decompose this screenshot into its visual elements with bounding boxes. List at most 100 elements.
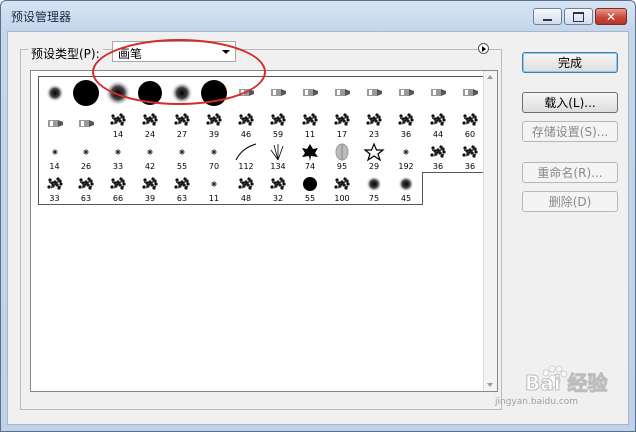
brush-preset-cell[interactable]: 66 — [102, 172, 135, 205]
brush-preset-cell[interactable]: 55 — [166, 140, 199, 173]
brush-size-label: 29 — [368, 162, 380, 171]
brush-size-label: 55 — [304, 194, 316, 203]
brush-preset-cell[interactable]: 39 — [198, 108, 231, 141]
brush-size-label: 27 — [176, 130, 188, 139]
brush-preset-cell[interactable]: 42 — [134, 140, 167, 173]
brush-size-label: 11 — [304, 130, 316, 139]
minimize-icon — [543, 18, 552, 21]
brush-preset-cell[interactable] — [38, 76, 71, 109]
brush-preset-cell[interactable]: 39 — [134, 172, 167, 205]
preset-list[interactable]: 14 24 27 39 46 59 11 17 23 36 44 60 14 26 33 42 55 70 112 1… — [30, 70, 498, 392]
brush-preset-cell[interactable] — [326, 76, 359, 109]
watermark-logo: Bai 经验 — [525, 371, 609, 396]
brush-tip-icon — [48, 120, 63, 127]
maximize-button[interactable] — [564, 8, 593, 25]
brush-preset-cell[interactable]: 29 — [358, 140, 391, 173]
brush-preset-cell[interactable]: 192 — [390, 140, 423, 173]
brush-preset-cell[interactable]: 46 — [230, 108, 263, 141]
brush-size-label: 39 — [144, 194, 156, 203]
brush-preset-cell[interactable]: 112 — [230, 140, 263, 173]
brush-tip-icon — [303, 89, 318, 96]
brush-preset-cell[interactable]: 44 — [422, 108, 455, 141]
brush-size-label: 32 — [272, 194, 284, 203]
brush-size-label: 100 — [334, 194, 350, 203]
brush-preset-cell[interactable]: 11 — [198, 172, 231, 205]
brush-preset-cell[interactable] — [422, 76, 455, 109]
brush-preset-cell[interactable]: 95 — [326, 140, 359, 173]
brush-size-label: 45 — [400, 194, 412, 203]
brush-size-label: 36 — [464, 162, 476, 171]
brush-size-label: 75 — [368, 194, 380, 203]
vertical-scrollbar[interactable] — [483, 71, 497, 391]
brush-preset-cell[interactable]: 45 — [390, 172, 423, 205]
brush-tip-icon — [335, 89, 350, 96]
rename-button[interactable]: 重命名(R)... — [522, 162, 618, 183]
brush-preset-cell[interactable]: 14 — [102, 108, 135, 141]
brush-preset-cell[interactable]: 36 — [390, 108, 423, 141]
brush-size-label: 42 — [144, 162, 156, 171]
brush-preset-cell[interactable]: 32 — [262, 172, 295, 205]
brush-preset-cell[interactable]: 36 — [422, 140, 455, 173]
save-set-button[interactable]: 存储设置(S)... — [522, 121, 618, 142]
brush-size-label: 44 — [432, 130, 444, 139]
brush-size-label: 14 — [49, 162, 60, 171]
watermark: Bai 经验 jingyan.baidu.com — [487, 359, 627, 411]
watermark-url: jingyan.baidu.com — [495, 397, 579, 407]
brush-size-label: 66 — [112, 194, 124, 203]
brush-preset-cell[interactable]: 11 — [294, 108, 327, 141]
brush-preset-cell[interactable] — [262, 76, 295, 109]
brush-size-label: 55 — [176, 162, 188, 171]
brush-size-label: 36 — [400, 130, 412, 139]
close-button[interactable]: ✕ — [595, 8, 627, 25]
delete-button[interactable]: 删除(D) — [522, 191, 618, 212]
brush-preset-cell[interactable] — [358, 76, 391, 109]
brush-preset-cell[interactable]: 100 — [326, 172, 359, 205]
brush-tip-icon — [79, 120, 94, 127]
scroll-up-icon[interactable] — [487, 75, 493, 79]
brush-preset-cell[interactable]: 59 — [262, 108, 295, 141]
brush-preset-cell[interactable]: 55 — [294, 172, 327, 205]
brush-size-label: 63 — [176, 194, 188, 203]
brush-preset-cell[interactable] — [70, 108, 103, 141]
brush-size-label: 95 — [336, 162, 348, 171]
brush-size-label: 192 — [398, 162, 414, 171]
brush-tip-icon — [46, 84, 64, 102]
brush-preset-cell[interactable] — [390, 76, 423, 109]
brush-size-label: 74 — [304, 162, 316, 171]
brush-preset-cell[interactable]: 24 — [134, 108, 167, 141]
brush-preset-cell[interactable]: 74 — [294, 140, 327, 173]
brush-tip-icon — [399, 89, 414, 96]
preset-type-label: 预设类型(P): — [28, 45, 103, 62]
brush-tip-icon — [271, 89, 286, 96]
minimize-button[interactable] — [533, 8, 562, 25]
done-button[interactable]: 完成 — [522, 52, 618, 73]
maximize-icon — [573, 11, 584, 22]
title-bar[interactable]: 预设管理器 ✕ — [1, 1, 635, 31]
brush-preset-cell[interactable]: 134 — [262, 140, 295, 173]
brush-preset-cell[interactable]: 23 — [358, 108, 391, 141]
brush-size-label: 46 — [240, 130, 252, 139]
brush-preset-cell[interactable]: 26 — [70, 140, 103, 173]
brush-preset-cell[interactable] — [294, 76, 327, 109]
brush-preset-cell[interactable]: 27 — [166, 108, 199, 141]
brush-size-label: 60 — [464, 130, 476, 139]
brush-preset-cell[interactable]: 75 — [358, 172, 391, 205]
brush-preset-cell[interactable]: 63 — [70, 172, 103, 205]
brush-preset-cell[interactable]: 14 — [38, 140, 71, 173]
brush-preset-cell[interactable] — [38, 108, 71, 141]
brush-preset-cell[interactable]: 33 — [38, 172, 71, 205]
brush-preset-cell[interactable]: 33 — [102, 140, 135, 173]
preset-manager-window: 预设管理器 ✕ 预设类型(P): 画笔 14 24 27 39 46 59 11 17 23 36… — [0, 0, 636, 432]
panel-menu-button[interactable] — [478, 43, 489, 54]
brush-size-label: 24 — [144, 130, 156, 139]
brush-preset-cell[interactable]: 17 — [326, 108, 359, 141]
brush-size-label: 48 — [240, 194, 252, 203]
brush-preset-cell[interactable]: 63 — [166, 172, 199, 205]
brush-preset-cell[interactable]: 48 — [230, 172, 263, 205]
brush-size-label: 33 — [112, 162, 124, 171]
load-button[interactable]: 载入(L)... — [522, 92, 618, 113]
brush-preset-cell[interactable]: 70 — [198, 140, 231, 173]
brush-size-label: 26 — [80, 162, 92, 171]
brush-size-label: 11 — [208, 194, 220, 203]
brush-size-label: 33 — [49, 194, 60, 203]
